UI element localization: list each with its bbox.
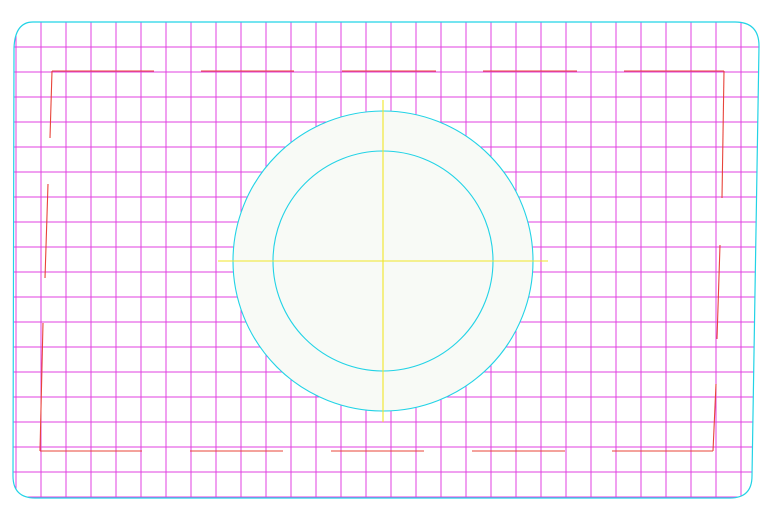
- border-dash-segment: [44, 183, 49, 279]
- drawing-canvas: [0, 0, 767, 523]
- border-dash-segment: [721, 70, 725, 199]
- cad-drawing: [12, 21, 760, 499]
- border-dash-segment: [716, 244, 721, 340]
- border-dash-segment: [49, 70, 53, 139]
